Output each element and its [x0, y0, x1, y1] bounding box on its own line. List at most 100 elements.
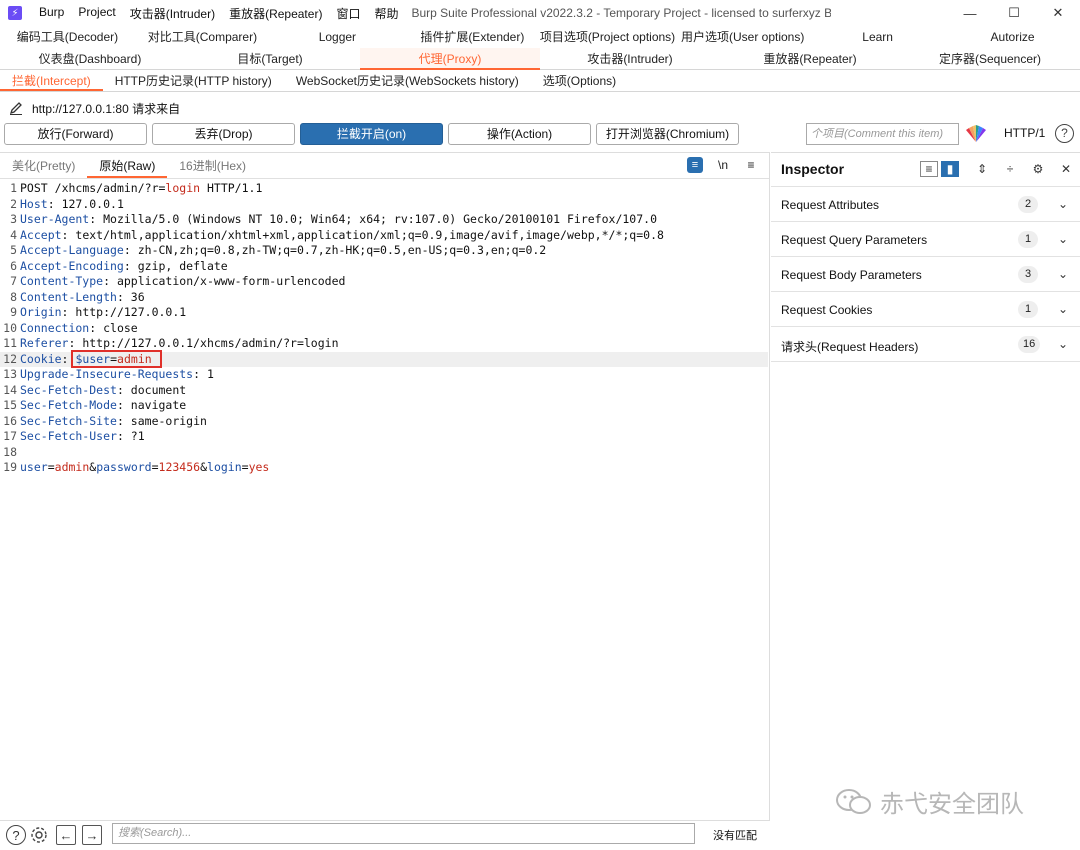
menu-burp[interactable]: Burp — [32, 5, 71, 22]
tab-learn[interactable]: Learn — [810, 26, 945, 48]
inspector-settings-icon[interactable]: ⚙ — [1029, 161, 1047, 177]
window-controls: — ☐ ✕ — [948, 0, 1080, 26]
maximize-button[interactable]: ☐ — [992, 0, 1036, 26]
tab-extender[interactable]: 插件扩展(Extender) — [405, 26, 540, 48]
menu-repeater[interactable]: 重放器(Repeater) — [222, 5, 329, 22]
section-count-badge: 2 — [1018, 196, 1038, 213]
inspector-section-cookies[interactable]: Request Cookies 1 ⌄ — [771, 292, 1080, 327]
tab-user-options[interactable]: 用户选项(User options) — [675, 26, 810, 48]
help-icon[interactable]: ? — [6, 825, 26, 845]
menu-intruder[interactable]: 攻击器(Intruder) — [123, 5, 222, 22]
editor-menu-icon[interactable]: ≡ — [743, 157, 759, 173]
line-number: 18 — [3, 444, 17, 459]
action-button[interactable]: 操作(Action) — [448, 123, 591, 145]
tab-raw[interactable]: 原始(Raw) — [87, 153, 168, 178]
search-input[interactable]: 搜索(Search)... — [112, 823, 695, 844]
open-browser-button[interactable]: 打开浏览器(Chromium) — [596, 123, 739, 145]
intercept-toggle-button[interactable]: 拦截开启(on) — [300, 123, 443, 145]
line-number: 15 — [3, 398, 17, 412]
tab-logger[interactable]: Logger — [270, 26, 405, 48]
chevron-down-icon[interactable]: ⌄ — [1058, 337, 1068, 351]
subtab-websockets-history[interactable]: WebSocket历史记录(WebSockets history) — [284, 70, 531, 91]
inspector-title: Inspector — [781, 161, 845, 177]
header-content: Host: 127.0.0.1 — [20, 196, 124, 211]
close-window-button[interactable]: ✕ — [1036, 0, 1080, 26]
header-line: 15 Sec-Fetch-Mode: navigate — [0, 398, 768, 414]
section-label: Request Attributes — [781, 198, 880, 212]
chevron-down-icon[interactable]: ⌄ — [1058, 197, 1068, 211]
header-name: Sec-Fetch-Dest — [20, 382, 117, 397]
header-content: Sec-Fetch-Site: same-origin — [20, 413, 207, 428]
show-newlines-button[interactable]: \n — [715, 157, 731, 173]
chevron-down-icon[interactable]: ⌄ — [1058, 267, 1068, 281]
tab-proxy[interactable]: 代理(Proxy) — [360, 48, 540, 70]
inspector-section-body-parameters[interactable]: Request Body Parameters 3 ⌄ — [771, 257, 1080, 292]
layout-side-icon[interactable]: ▮ — [941, 161, 959, 177]
line-number: 8 — [10, 289, 17, 304]
header-value: 36 — [123, 289, 145, 304]
chevron-down-icon[interactable]: ⌄ — [1058, 232, 1068, 246]
intercept-url-row: http://127.0.0.1:80 请求来自 — [0, 96, 1080, 120]
http-version-label[interactable]: HTTP/1 — [1004, 126, 1045, 140]
inspector-section-headers[interactable]: 请求头(Request Headers) 16 ⌄ — [771, 327, 1080, 362]
subtab-intercept[interactable]: 拦截(Intercept) — [0, 70, 103, 91]
inspector-section-request-attributes[interactable]: Request Attributes 2 ⌄ — [771, 187, 1080, 222]
tab-comparer[interactable]: 对比工具(Comparer) — [135, 26, 270, 48]
drop-button[interactable]: 丢弃(Drop) — [152, 123, 295, 145]
chevron-down-icon[interactable]: ⌄ — [1058, 302, 1068, 316]
header-name: Sec-Fetch-Site — [20, 413, 117, 428]
proxy-subtabs: 拦截(Intercept) HTTP历史记录(HTTP history) Web… — [0, 70, 1080, 92]
tab-hex[interactable]: 16进制(Hex) — [167, 153, 258, 178]
menu-window[interactable]: 窗口 — [329, 5, 367, 22]
request-path: /xhcms/admin/?r= — [54, 181, 166, 195]
previous-match-icon[interactable]: ← — [56, 825, 76, 845]
header-value: navigate — [123, 398, 187, 412]
header-name: Upgrade-Insecure-Requests — [20, 367, 194, 381]
header-line: 7 Content-Type: application/x-www-form-ur… — [0, 274, 768, 290]
layout-list-icon[interactable]: ≡ — [920, 161, 938, 177]
header-line: 2 Host: 127.0.0.1 — [0, 197, 768, 213]
tab-sequencer[interactable]: 定序器(Sequencer) — [900, 48, 1080, 70]
request-code[interactable]: 1 POST /xhcms/admin/?r=login HTTP/1.1 2H… — [0, 181, 768, 476]
inspector-section-query-parameters[interactable]: Request Query Parameters 1 ⌄ — [771, 222, 1080, 257]
comment-input[interactable]: 个项目(Comment this item) — [806, 123, 959, 145]
pencil-icon[interactable] — [8, 100, 24, 116]
minimize-button[interactable]: — — [948, 0, 992, 26]
header-value: gzip, deflate — [130, 258, 228, 273]
collapse-all-icon[interactable]: ÷ — [1001, 161, 1019, 177]
section-count-badge: 1 — [1018, 231, 1038, 248]
forward-button[interactable]: 放行(Forward) — [4, 123, 147, 145]
tab-target[interactable]: 目标(Target) — [180, 48, 360, 70]
tab-dashboard[interactable]: 仪表盘(Dashboard) — [0, 48, 180, 70]
code-line: 1 POST /xhcms/admin/?r=login HTTP/1.1 — [0, 181, 768, 197]
subtab-options[interactable]: 选项(Options) — [531, 70, 628, 91]
close-inspector-icon[interactable]: ✕ — [1057, 161, 1075, 177]
settings-gear-icon[interactable] — [29, 825, 49, 845]
help-icon[interactable]: ? — [1055, 124, 1074, 143]
header-name: Host — [20, 196, 48, 211]
subtab-http-history[interactable]: HTTP历史记录(HTTP history) — [103, 70, 284, 91]
tab-pretty[interactable]: 美化(Pretty) — [0, 153, 87, 178]
tab-project-options[interactable]: 项目选项(Project options) — [540, 26, 675, 48]
menu-project[interactable]: Project — [71, 5, 122, 22]
tab-repeater[interactable]: 重放器(Repeater) — [720, 48, 900, 70]
view-tabs: 美化(Pretty) 原始(Raw) 16进制(Hex) ≡ \n ≡ — [0, 153, 769, 179]
tab-intruder[interactable]: 攻击器(Intruder) — [540, 48, 720, 70]
tab-decoder[interactable]: 编码工具(Decoder) — [0, 26, 135, 48]
header-content: Upgrade-Insecure-Requests: 1 — [20, 367, 214, 381]
section-count-badge: 3 — [1018, 266, 1038, 283]
tab-autorize[interactable]: Autorize — [945, 26, 1080, 48]
header-name: Content-Length — [20, 289, 117, 304]
header-content: Content-Length: 36 — [20, 289, 145, 304]
section-label: Request Cookies — [781, 303, 873, 317]
next-match-icon[interactable]: → — [82, 825, 102, 845]
line-number: 1 — [10, 181, 17, 195]
header-content: Accept-Language: zh-CN,zh;q=0.8,zh-TW;q=… — [20, 243, 547, 257]
expand-all-icon[interactable]: ⇕ — [973, 161, 991, 177]
highlight-color-icon[interactable] — [964, 125, 988, 143]
word-wrap-icon[interactable]: ≡ — [687, 157, 703, 173]
header-name: Sec-Fetch-Mode — [20, 398, 117, 412]
tool-tabs: 编码工具(Decoder) 对比工具(Comparer) Logger 插件扩展… — [0, 26, 1080, 70]
menu-help[interactable]: 帮助 — [367, 5, 405, 22]
section-label: 请求头(Request Headers) — [781, 340, 919, 354]
